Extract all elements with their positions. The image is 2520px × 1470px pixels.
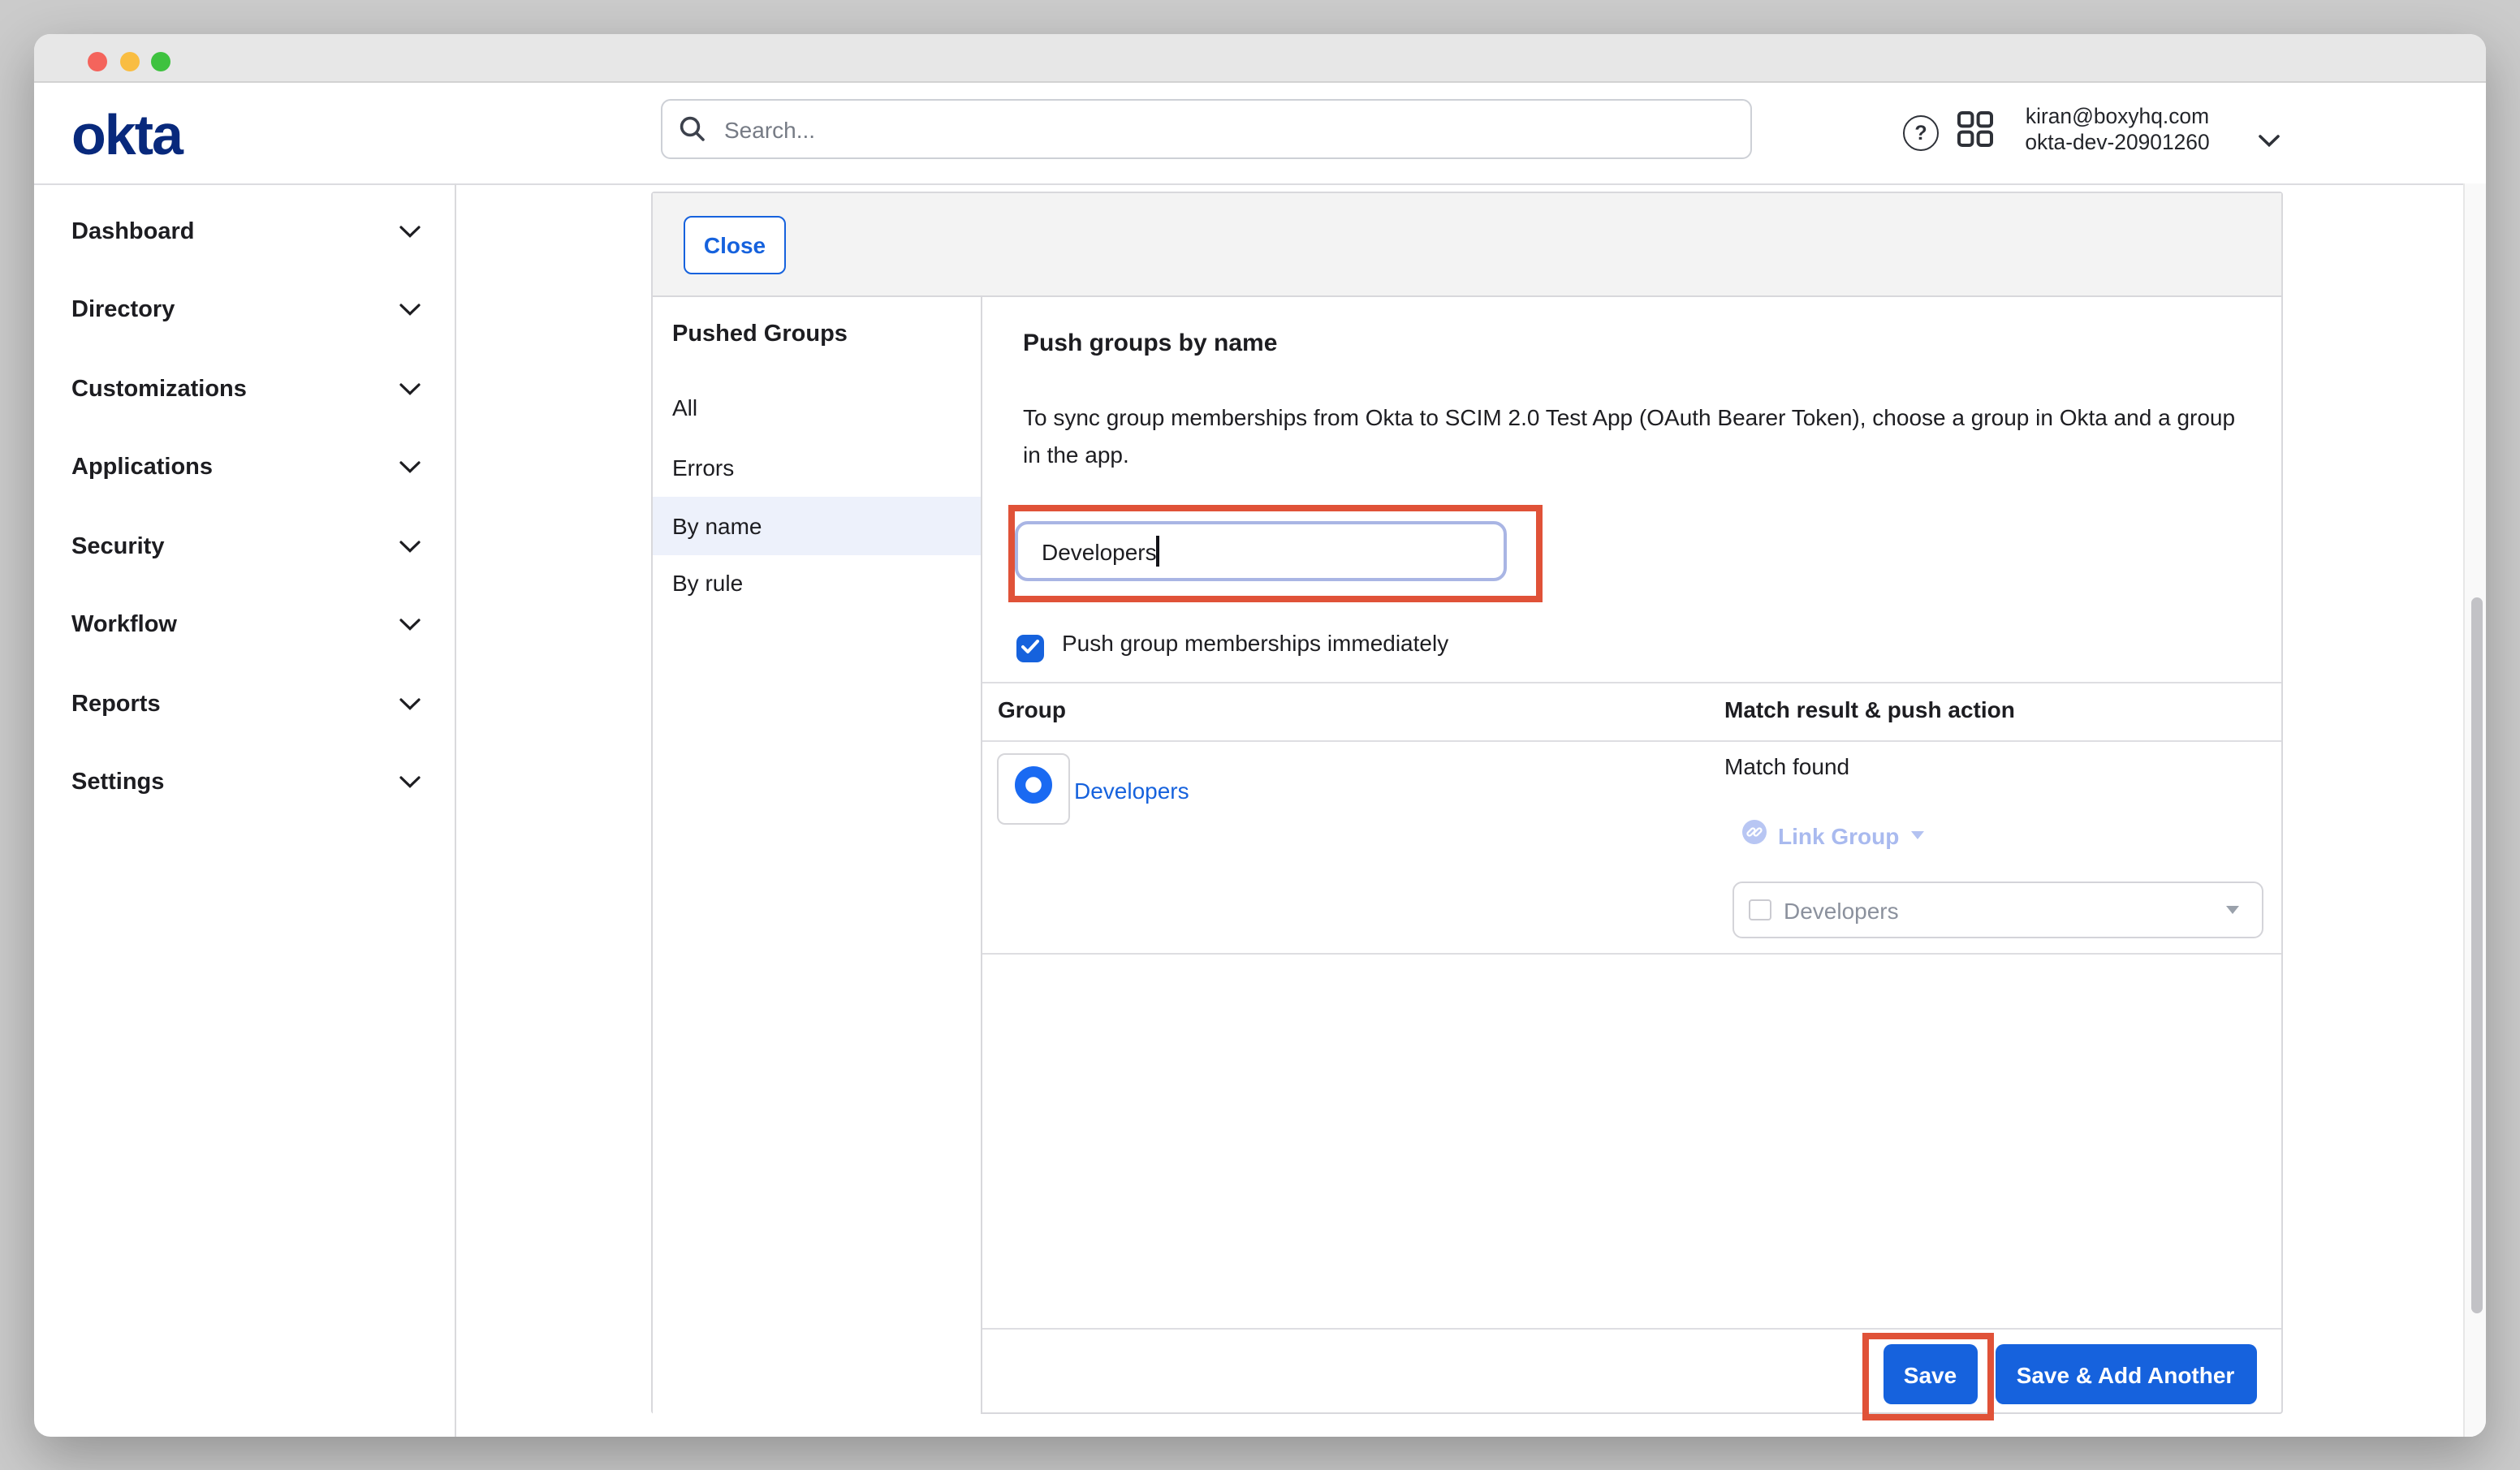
sidebar-item-settings[interactable]: Settings xyxy=(34,744,455,822)
sidebar-item-workflow[interactable]: Workflow xyxy=(34,586,455,665)
group-placeholder-icon xyxy=(1749,899,1771,921)
scrollbar-track[interactable] xyxy=(2463,183,2486,1437)
group-avatar-tile xyxy=(996,753,1070,825)
nav-item-errors[interactable]: Errors xyxy=(653,438,981,497)
select-caret-icon xyxy=(2226,906,2239,914)
content-heading: Push groups by name xyxy=(1023,330,1277,357)
account-chevron-down-icon xyxy=(2259,127,2280,156)
window-titlebar xyxy=(34,34,2486,83)
pushed-groups-nav: Pushed Groups All Errors By name By rule xyxy=(653,296,982,1414)
app-header: okta ? kiran@boxyhq.com xyxy=(34,83,2486,185)
pushed-groups-title: Pushed Groups xyxy=(672,321,848,347)
account-email: kiran@boxyhq.com xyxy=(1983,104,2252,129)
chevron-down-icon xyxy=(399,613,421,639)
group-name-link[interactable]: Developers xyxy=(1074,778,1189,804)
table-top-border xyxy=(982,682,2281,683)
link-group-label: Link Group xyxy=(1778,822,1899,848)
global-search xyxy=(661,99,1752,159)
sidebar-divider xyxy=(455,183,456,1437)
sidebar-item-security[interactable]: Security xyxy=(34,507,455,586)
column-header-match: Match result & push action xyxy=(1724,696,2015,722)
help-button[interactable]: ? xyxy=(1903,115,1939,151)
panel-toolbar: Close xyxy=(653,193,2281,296)
link-group-dropdown[interactable]: Link Group xyxy=(1742,819,1923,851)
account-menu[interactable]: kiran@boxyhq.com okta-dev-20901260 xyxy=(1983,104,2252,154)
chevron-down-icon xyxy=(399,219,421,245)
window-zoom-button[interactable] xyxy=(151,51,170,71)
sidebar-item-applications[interactable]: Applications xyxy=(34,429,455,507)
nav-item-by-rule[interactable]: By rule xyxy=(653,554,981,612)
window-close-button[interactable] xyxy=(88,51,107,71)
nav-item-all[interactable]: All xyxy=(653,378,981,437)
group-donut-icon xyxy=(1013,765,1054,813)
chevron-down-icon xyxy=(399,377,421,403)
match-result-text: Match found xyxy=(1724,753,1849,779)
link-icon xyxy=(1742,819,1767,851)
push-immediately-label[interactable]: Push group memberships immediately xyxy=(1062,629,1448,655)
push-groups-panel: Close Pushed Groups All Errors By name B… xyxy=(651,192,2282,1414)
footer-divider xyxy=(982,1327,2281,1329)
search-icon xyxy=(662,115,721,143)
sidebar-nav: Dashboard Directory Customizations Appli… xyxy=(34,192,455,822)
column-header-group: Group xyxy=(998,696,1066,722)
group-name-input[interactable] xyxy=(1014,521,1506,581)
sidebar-item-directory[interactable]: Directory xyxy=(34,271,455,350)
save-button[interactable]: Save xyxy=(1883,1344,1978,1404)
selected-group-text: Developers xyxy=(1784,897,2226,923)
nav-item-by-name[interactable]: By name xyxy=(653,496,981,554)
browser-window: okta ? kiran@boxyhq.com xyxy=(34,34,2486,1437)
search-input[interactable] xyxy=(721,114,1750,144)
sidebar-item-reports[interactable]: Reports xyxy=(34,665,455,744)
link-group-caret-icon xyxy=(1910,831,1923,839)
help-icon: ? xyxy=(1914,122,1927,144)
scrollbar-thumb[interactable] xyxy=(2470,597,2483,1313)
push-immediately-checkbox[interactable] xyxy=(1016,635,1043,662)
chevron-down-icon xyxy=(399,455,421,481)
chevron-down-icon xyxy=(399,692,421,718)
okta-logo[interactable]: okta xyxy=(71,101,182,172)
desktop: okta ? kiran@boxyhq.com xyxy=(0,0,2520,1470)
content-description: To sync group memberships from Okta to S… xyxy=(1023,399,2237,474)
checkmark-icon xyxy=(1021,634,1039,663)
chevron-down-icon xyxy=(399,534,421,560)
account-org: okta-dev-20901260 xyxy=(1983,129,2252,154)
window-minimize-button[interactable] xyxy=(120,51,140,71)
close-button[interactable]: Close xyxy=(684,216,786,274)
save-add-another-button[interactable]: Save & Add Another xyxy=(1995,1344,2256,1404)
table-header-border xyxy=(982,739,2281,741)
chevron-down-icon xyxy=(399,298,421,324)
sidebar-item-dashboard[interactable]: Dashboard xyxy=(34,192,455,271)
chevron-down-icon xyxy=(399,770,421,796)
linked-group-select[interactable]: Developers xyxy=(1732,882,2263,938)
text-caret xyxy=(1156,536,1159,567)
sidebar-item-customizations[interactable]: Customizations xyxy=(34,350,455,429)
row-divider xyxy=(982,952,2281,954)
